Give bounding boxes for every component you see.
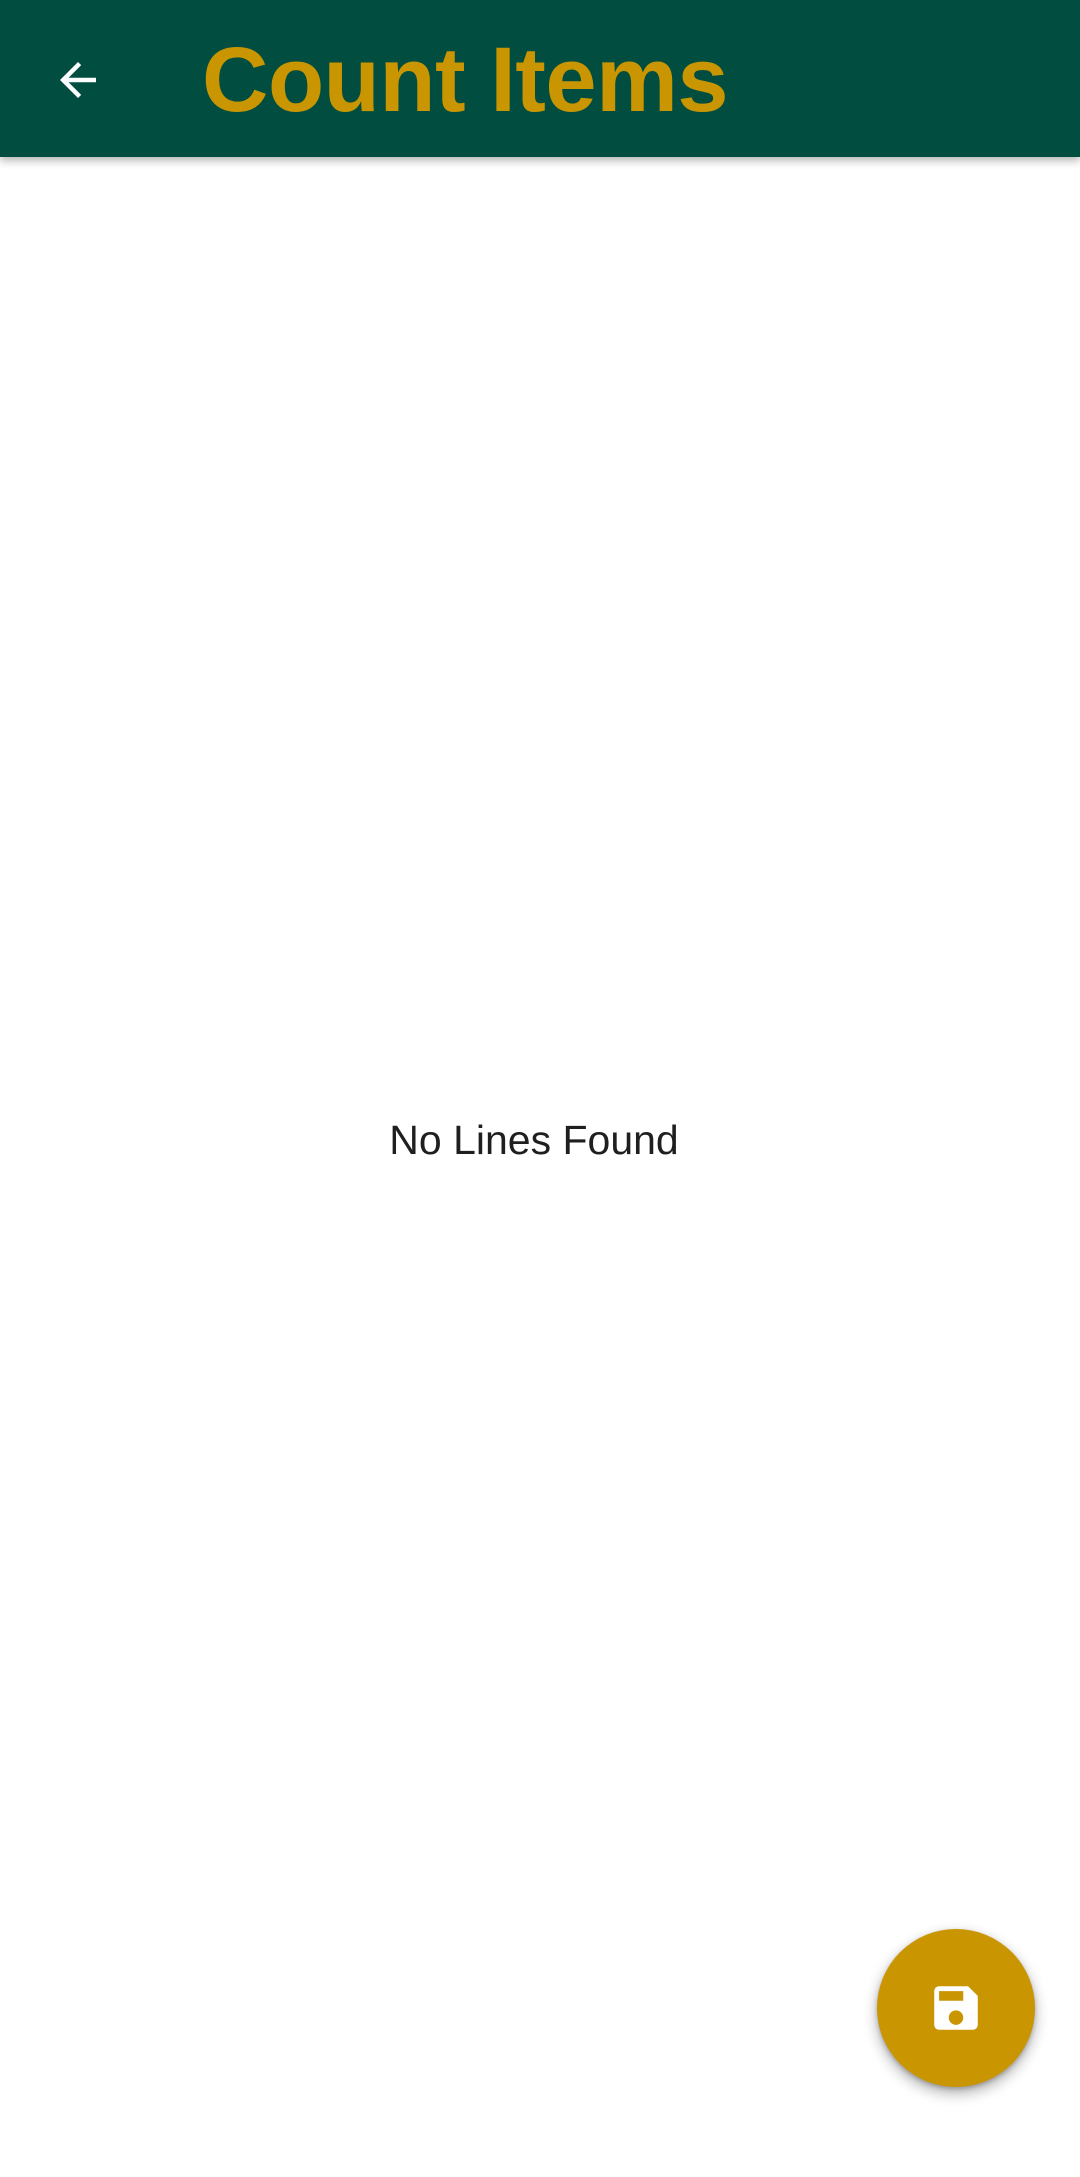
save-icon: [927, 1979, 985, 2037]
empty-state-message: No Lines Found: [389, 1117, 679, 1163]
page-title: Count Items: [202, 29, 729, 131]
lines-list: No Lines Found: [0, 157, 1080, 2177]
save-button[interactable]: [877, 1929, 1035, 2087]
back-button[interactable]: [38, 40, 118, 120]
arrow-back-icon: [51, 53, 105, 107]
app-bar: Count Items: [0, 0, 1080, 157]
count-items-screen: Count Items No Lines Found: [0, 0, 1080, 2177]
